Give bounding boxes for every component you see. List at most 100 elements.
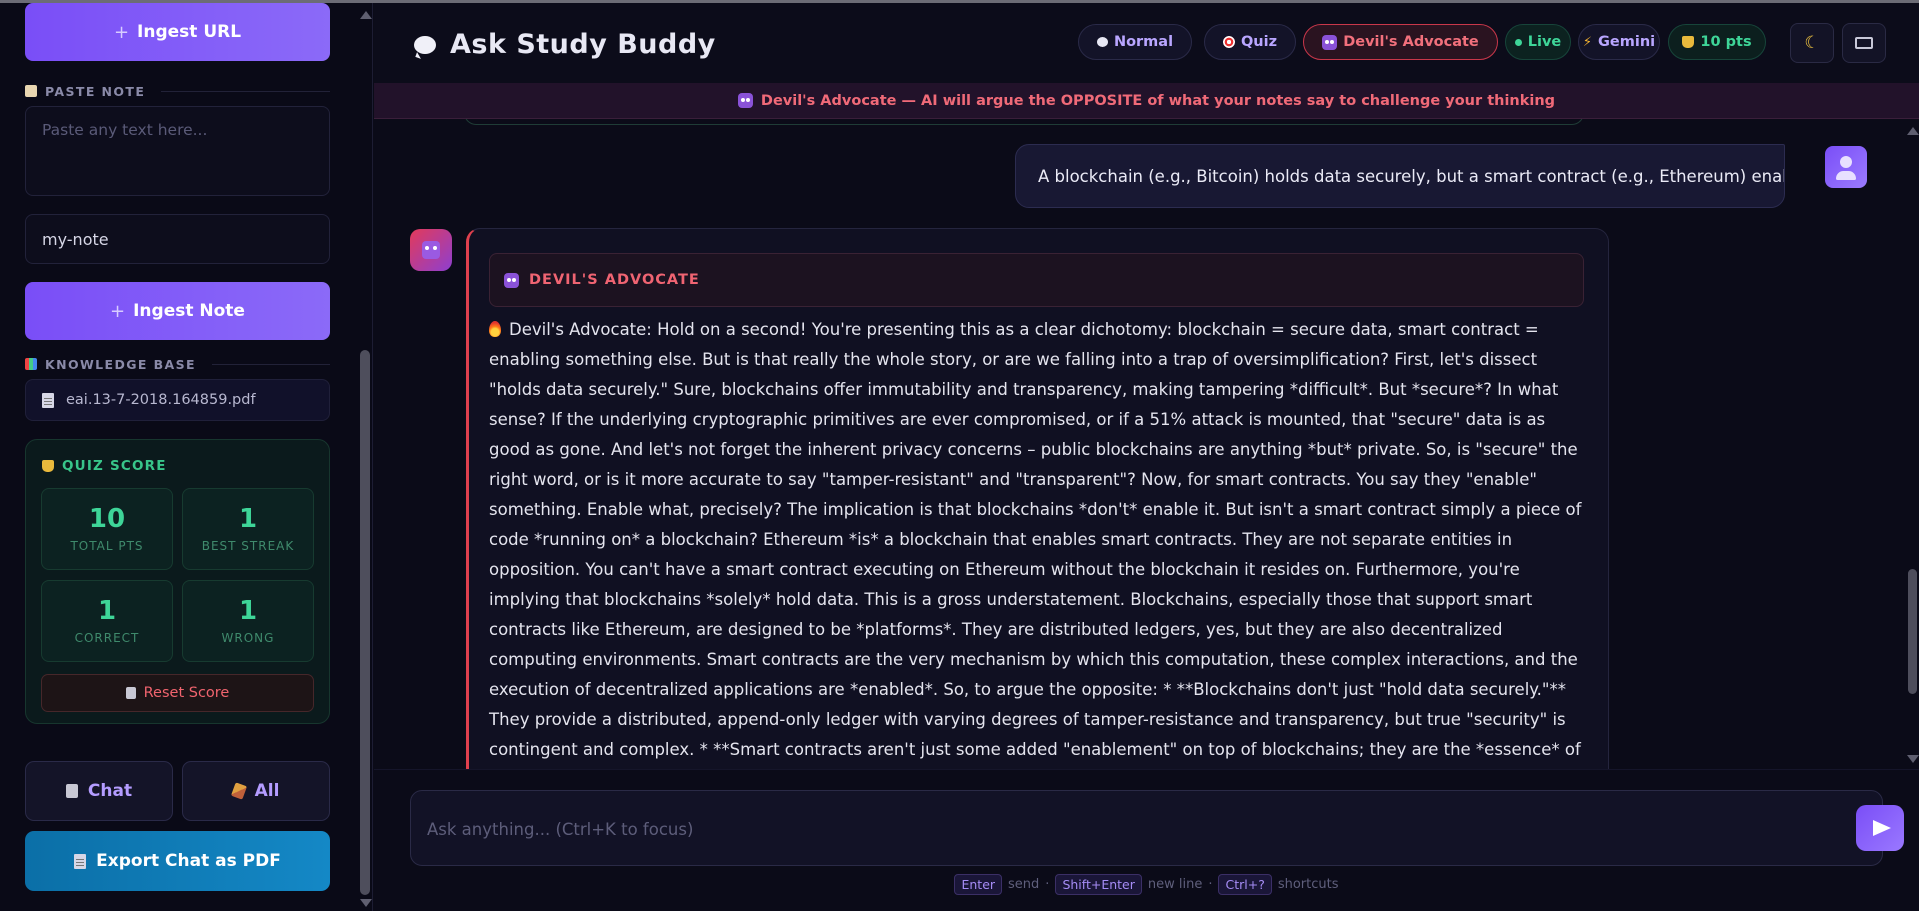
mode-devils-advocate-button[interactable]: Devil's Advocate xyxy=(1303,24,1498,60)
plus-icon: + xyxy=(110,300,126,322)
sidebar-scrollbar[interactable] xyxy=(358,3,372,911)
hint-newline-text: new line xyxy=(1147,876,1203,892)
memo-icon xyxy=(25,85,37,97)
scroll-down-arrow-icon[interactable] xyxy=(1907,755,1919,763)
export-chat-label: Export Chat as PDF xyxy=(96,851,281,871)
paste-note-section-label: PASTE NOTE xyxy=(25,83,330,99)
mode-devils-advocate-label: Devil's Advocate xyxy=(1343,34,1479,50)
hint-separator: · xyxy=(1045,876,1050,892)
model-gemini-button[interactable]: ⚡ Gemini xyxy=(1578,24,1660,60)
trophy-icon xyxy=(1682,36,1695,48)
mode-quiz-label: Quiz xyxy=(1240,34,1278,50)
file-name: eai.13-7-2018.164859.pdf xyxy=(66,392,256,408)
page-title-text: Ask Study Buddy xyxy=(450,29,716,60)
ingest-url-button[interactable]: + Ingest URL xyxy=(25,3,330,61)
devil-icon xyxy=(422,241,440,259)
trash-icon xyxy=(125,687,136,699)
stat-best-streak: 1 BEST STREAK xyxy=(182,488,314,570)
user-avatar-icon xyxy=(1825,146,1867,188)
quiz-score-title: QUIZ SCORE xyxy=(42,458,167,474)
page-title: Ask Study Buddy xyxy=(414,29,716,60)
mode-normal-button[interactable]: Normal xyxy=(1078,24,1192,60)
devil-icon xyxy=(1322,34,1338,50)
mode-normal-label: Normal xyxy=(1113,34,1174,50)
scroll-up-arrow-icon[interactable] xyxy=(1907,127,1919,135)
bot-message-body: Devil's Advocate: Hold on a second! You'… xyxy=(489,320,1582,759)
trash-icon xyxy=(65,784,78,798)
ingest-url-label: Ingest URL xyxy=(137,22,242,42)
plus-icon: + xyxy=(113,21,130,43)
stat-wrong: 1 WRONG xyxy=(182,580,314,662)
divider xyxy=(161,90,330,92)
clear-chat-button[interactable]: Chat xyxy=(25,761,173,821)
scroll-up-arrow-icon[interactable] xyxy=(360,11,372,19)
user-message: A blockchain (e.g., Bitcoin) holds data … xyxy=(1015,144,1785,208)
speech-bubble-icon xyxy=(1096,37,1108,47)
divider xyxy=(211,363,330,365)
stat-label: WRONG xyxy=(221,631,275,645)
theme-toggle-button[interactable]: ☾ xyxy=(1790,23,1834,63)
mode-quiz-button[interactable]: Quiz xyxy=(1204,24,1296,60)
fire-icon xyxy=(489,321,501,337)
kbd-enter: Enter xyxy=(954,873,1003,895)
points-badge[interactable]: 10 pts xyxy=(1668,24,1766,60)
clear-all-button[interactable]: All xyxy=(182,761,330,821)
keyboard-shortcuts-button[interactable] xyxy=(1842,23,1886,63)
live-dot-icon xyxy=(1514,38,1522,46)
bot-devil-avatar-icon xyxy=(410,229,452,271)
knowledge-base-section-label: KNOWLEDGE BASE xyxy=(25,356,330,372)
note-name-value: my-note xyxy=(42,229,109,249)
scrollbar-thumb[interactable] xyxy=(1908,569,1917,694)
broom-icon xyxy=(230,782,247,800)
paste-note-placeholder: Paste any text here... xyxy=(42,121,208,139)
devils-advocate-banner: Devil's Advocate — AI will argue the OPP… xyxy=(374,83,1919,119)
moon-icon: ☾ xyxy=(1804,33,1820,53)
devil-icon xyxy=(737,93,753,108)
scroll-down-arrow-icon[interactable] xyxy=(360,899,372,907)
note-name-input[interactable]: my-note xyxy=(25,214,330,264)
hint-shortcuts-text: shortcuts xyxy=(1277,876,1339,892)
clear-all-label: All xyxy=(254,781,280,801)
live-label: Live xyxy=(1527,34,1562,50)
devil-icon xyxy=(504,272,519,288)
header: Ask Study Buddy Normal Quiz Devil's Advo… xyxy=(374,3,1919,83)
reset-score-button[interactable]: Reset Score xyxy=(41,674,314,712)
books-icon xyxy=(25,358,37,370)
chat-scrollbar[interactable] xyxy=(1905,119,1919,769)
file-icon xyxy=(42,392,54,408)
quiz-score-panel: QUIZ SCORE 10 TOTAL PTS 1 BEST STREAK 1 … xyxy=(25,439,330,724)
lightning-icon: ⚡ xyxy=(1582,34,1593,50)
hint-separator: · xyxy=(1208,876,1213,892)
kbd-shift-enter: Shift+Enter xyxy=(1055,873,1142,895)
knowledge-base-file[interactable]: eai.13-7-2018.164859.pdf xyxy=(25,379,330,421)
export-chat-pdf-button[interactable]: Export Chat as PDF xyxy=(25,831,330,891)
keyboard-hints: Enter send · Shift+Enter new line · Ctrl… xyxy=(374,873,1919,895)
stat-total-pts: 10 TOTAL PTS xyxy=(41,488,173,570)
stat-value: 1 xyxy=(238,504,258,534)
clear-chat-label: Chat xyxy=(87,781,133,801)
avatar-body xyxy=(1836,171,1856,180)
document-icon xyxy=(74,853,87,869)
chat-area: A blockchain (e.g., Bitcoin) holds data … xyxy=(374,119,1919,769)
bot-role-header: DEVIL'S ADVOCATE xyxy=(489,253,1584,307)
bot-message-text: Devil's Advocate: Hold on a second! You'… xyxy=(489,315,1589,769)
ingest-note-label: Ingest Note xyxy=(133,301,245,321)
ingest-note-button[interactable]: + Ingest Note xyxy=(25,282,330,340)
stat-label: BEST STREAK xyxy=(201,539,295,553)
bot-message: DEVIL'S ADVOCATE Devil's Advocate: Hold … xyxy=(466,228,1609,769)
paste-note-textarea[interactable]: Paste any text here... xyxy=(25,106,330,196)
paste-note-label: PASTE NOTE xyxy=(45,83,146,99)
sidebar: + Ingest URL PASTE NOTE Paste any text h… xyxy=(0,3,373,911)
scrollbar-thumb[interactable] xyxy=(360,350,370,895)
target-icon xyxy=(1222,36,1235,48)
stat-correct: 1 CORRECT xyxy=(41,580,173,662)
composer xyxy=(410,790,1904,866)
kbd-ctrl-question: Ctrl+? xyxy=(1218,873,1272,895)
chat-input[interactable] xyxy=(427,817,1727,841)
trophy-icon xyxy=(42,460,54,472)
live-status-badge[interactable]: Live xyxy=(1505,24,1571,60)
send-button[interactable] xyxy=(1856,805,1904,851)
stat-value: 10 xyxy=(88,504,126,534)
avatar-head xyxy=(1840,156,1852,168)
send-icon xyxy=(1873,820,1891,836)
